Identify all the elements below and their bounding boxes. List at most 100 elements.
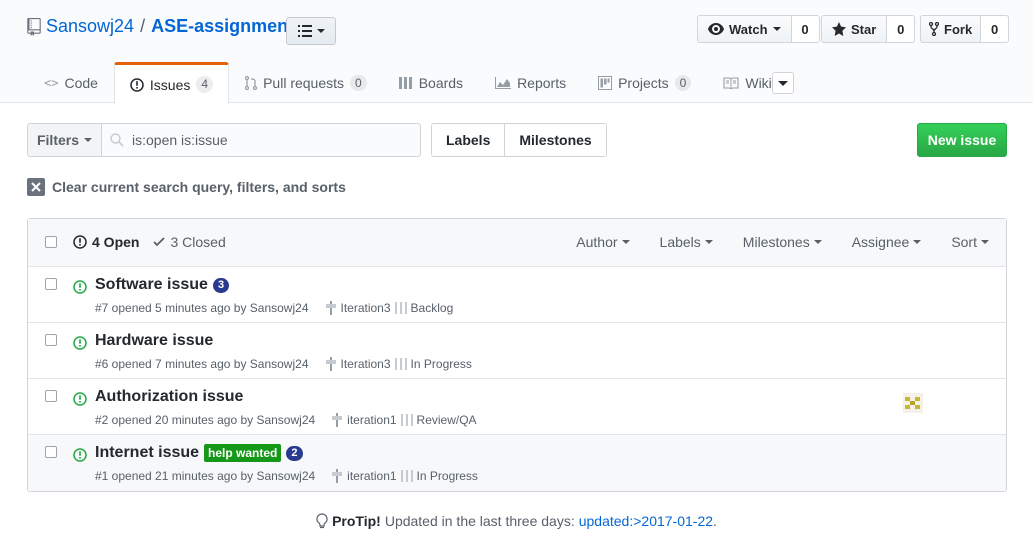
issue-title: Authorization issue xyxy=(95,388,244,405)
tab-issues-label: Issues xyxy=(149,76,191,93)
watch-button[interactable]: Watch xyxy=(697,15,792,43)
filters-label: Filters xyxy=(36,132,79,148)
issue-title: Software issue xyxy=(95,276,208,293)
board-icon xyxy=(400,470,413,482)
pipeline-link[interactable]: In Progress xyxy=(417,469,478,483)
milestone-link[interactable]: Iteration3 xyxy=(341,301,391,315)
chevron-down-icon xyxy=(84,138,92,142)
issues-counter: 4 xyxy=(196,76,214,93)
issue-title-link[interactable]: Hardware issue xyxy=(95,332,213,350)
tab-reports[interactable]: Reports xyxy=(479,62,582,103)
issue-opened-icon xyxy=(130,77,144,92)
pull-request-icon xyxy=(245,76,258,90)
tab-code[interactable]: <> Code xyxy=(28,62,114,103)
table-row: Software issue 3 #7 opened 5 minutes ago… xyxy=(28,267,1006,323)
tab-reports-label: Reports xyxy=(517,75,567,91)
tab-projects[interactable]: Projects 0 xyxy=(582,62,707,103)
milestones-button[interactable]: Milestones xyxy=(504,124,605,156)
issue-title-link[interactable]: Internet issue help wanted 2 xyxy=(95,444,303,462)
milestones-filter[interactable]: Milestones xyxy=(743,234,822,250)
tab-pull-requests-label: Pull requests xyxy=(263,75,345,91)
tab-wiki-label: Wiki xyxy=(745,75,772,91)
tab-boards[interactable]: Boards xyxy=(383,62,479,103)
pipeline-link[interactable]: Backlog xyxy=(411,301,454,315)
watch-group: Watch 0 xyxy=(697,15,820,43)
issue-opened-info: #2 opened 20 minutes ago by Sansowj24 xyxy=(95,413,316,427)
star-count[interactable]: 0 xyxy=(887,15,916,43)
chevron-down-icon xyxy=(621,240,630,244)
graph-icon xyxy=(495,77,512,89)
protip-text: Updated in the last three days: xyxy=(384,513,575,529)
issue-opened-icon xyxy=(73,448,87,462)
issue-states: 4 Open 3 Closed xyxy=(73,234,226,250)
labels-filter[interactable]: Labels xyxy=(660,234,713,250)
table-row: Internet issue help wanted 2 #1 opened 2… xyxy=(28,435,1006,491)
protip-link[interactable]: updated:>2017-01-22 xyxy=(579,513,713,529)
clear-query-label: Clear current search query, filters, and… xyxy=(52,179,346,195)
repo-icon xyxy=(27,17,41,36)
issue-estimate-badge: 3 xyxy=(212,277,230,293)
tab-pull-requests[interactable]: Pull requests 0 xyxy=(229,62,383,103)
tab-boards-label: Boards xyxy=(418,75,464,91)
fork-icon xyxy=(929,22,939,36)
issue-label-help-wanted[interactable]: help wanted xyxy=(204,444,282,462)
issues-search xyxy=(101,123,421,157)
milestone-link[interactable]: iteration1 xyxy=(347,469,396,483)
issue-opened-icon xyxy=(73,336,87,350)
pipeline-link[interactable]: In Progress xyxy=(411,357,472,371)
labels-filter-label: Labels xyxy=(659,234,701,250)
pulls-counter: 0 xyxy=(350,74,367,92)
star-button[interactable]: Star xyxy=(821,15,888,43)
repo-owner-link[interactable]: Sansowj24 xyxy=(46,16,134,37)
issues-list: 4 Open 3 Closed Author Labels Milestones… xyxy=(27,218,1007,492)
tab-issues[interactable]: Issues 4 xyxy=(113,62,230,104)
pipeline-link[interactable]: Review/QA xyxy=(417,413,477,427)
new-issue-button[interactable]: New issue xyxy=(917,123,1007,157)
projects-counter: 0 xyxy=(674,74,692,92)
filters-dropdown[interactable]: Filters xyxy=(27,123,102,157)
assignee-filter[interactable]: Assignee xyxy=(852,234,922,250)
protip: ProTip! Updated in the last three days: … xyxy=(0,513,1033,529)
milestone-link[interactable]: iteration1 xyxy=(347,413,396,427)
star-group: Star 0 xyxy=(821,15,916,43)
assignee-avatar[interactable] xyxy=(903,393,923,413)
open-issues-link[interactable]: 4 Open xyxy=(73,234,139,250)
fork-count[interactable]: 0 xyxy=(981,15,1010,43)
nav-more-button[interactable] xyxy=(772,72,794,94)
repo-name-link[interactable]: ASE-assignment xyxy=(151,16,294,37)
select-all-checkbox[interactable] xyxy=(45,236,57,248)
check-icon xyxy=(153,237,166,247)
watch-label: Watch xyxy=(729,21,768,37)
protip-suffix: . xyxy=(713,513,717,529)
issue-checkbox[interactable] xyxy=(45,446,57,458)
author-filter-label: Author xyxy=(576,234,618,250)
repo-separator: / xyxy=(140,16,146,36)
fork-button[interactable]: Fork xyxy=(920,15,982,43)
chevron-down-icon xyxy=(813,240,822,244)
closed-issues-link[interactable]: 3 Closed xyxy=(153,234,226,250)
search-input[interactable] xyxy=(132,132,402,148)
issue-meta: #6 opened 7 minutes ago by Sansowj24 Ite… xyxy=(95,357,472,371)
issue-checkbox[interactable] xyxy=(45,278,57,290)
sort-filter[interactable]: Sort xyxy=(951,234,989,250)
milestone-link[interactable]: Iteration3 xyxy=(341,357,391,371)
milestones-filter-label: Milestones xyxy=(742,234,810,250)
author-filter[interactable]: Author xyxy=(576,234,630,250)
list-icon xyxy=(297,25,312,37)
issue-opened-icon xyxy=(73,392,87,406)
issue-title-link[interactable]: Authorization issue xyxy=(95,388,243,406)
milestone-icon xyxy=(332,413,343,427)
repo-menu-button[interactable] xyxy=(286,17,336,45)
chevron-down-icon xyxy=(316,29,325,33)
labels-button[interactable]: Labels xyxy=(432,124,504,156)
issue-checkbox[interactable] xyxy=(45,390,57,402)
star-label: Star xyxy=(851,21,877,37)
clear-query-link[interactable]: Clear current search query, filters, and… xyxy=(27,178,346,196)
closed-count-label: 3 Closed xyxy=(170,234,226,250)
issue-opened-icon xyxy=(73,280,87,294)
issue-title-link[interactable]: Software issue 3 xyxy=(95,276,230,294)
table-row: Authorization issue #2 opened 20 minutes… xyxy=(28,379,1006,435)
issue-checkbox[interactable] xyxy=(45,334,57,346)
watch-count[interactable]: 0 xyxy=(791,15,820,43)
board-icon xyxy=(398,77,412,89)
